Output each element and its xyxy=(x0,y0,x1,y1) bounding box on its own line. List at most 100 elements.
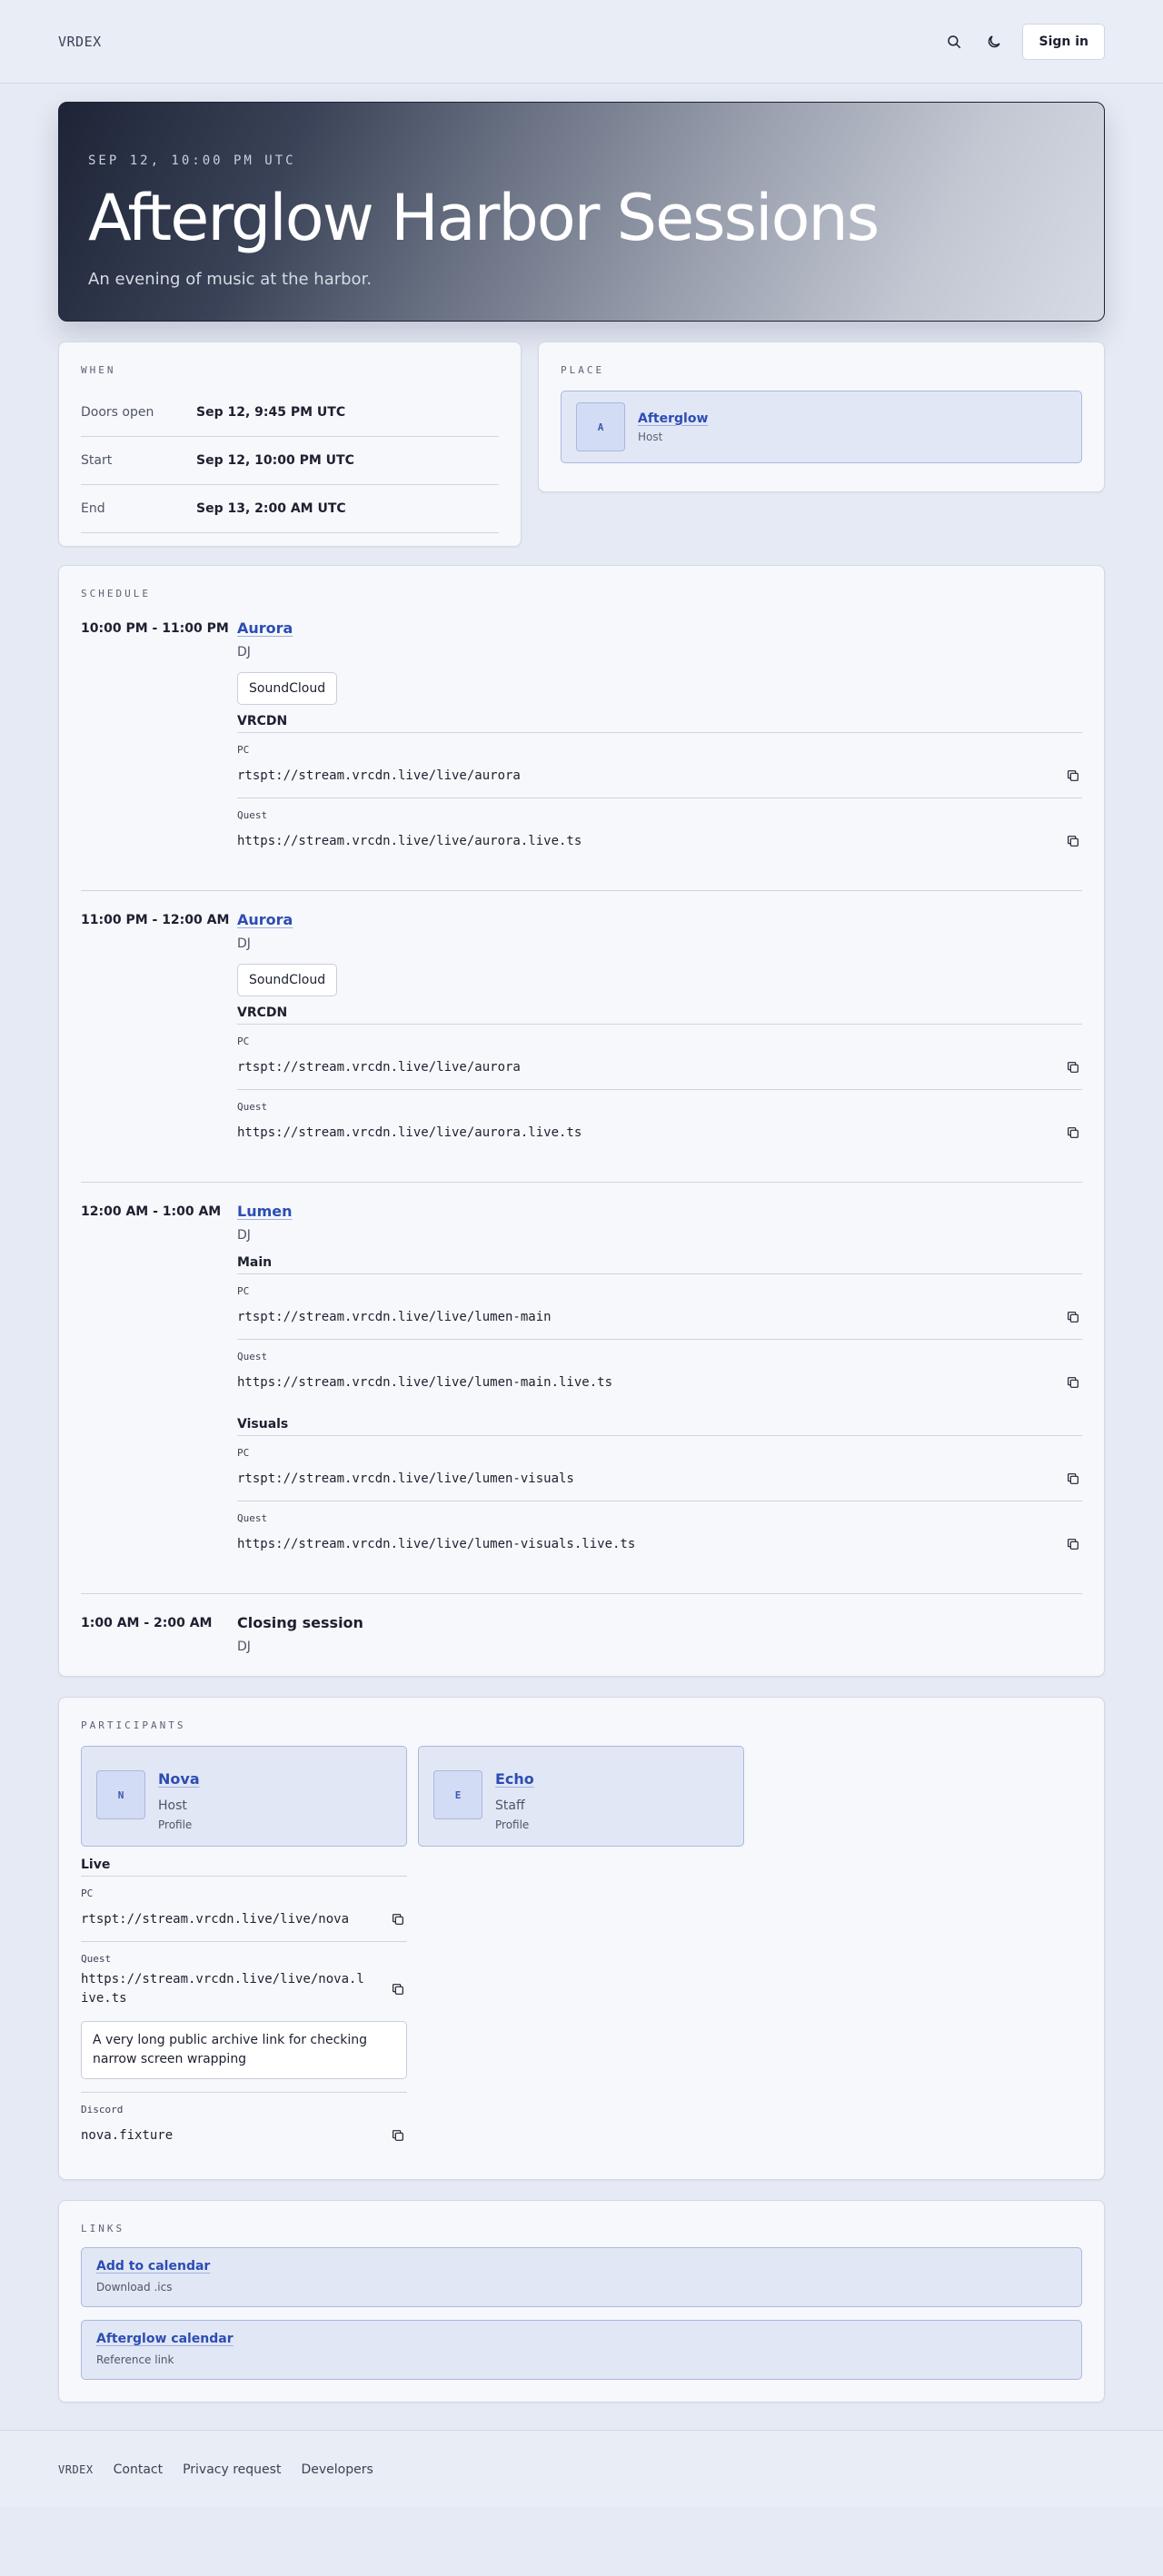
soundcloud-button[interactable]: SoundCloud xyxy=(237,964,338,996)
links-card: LINKS Add to calendar Download .ics Afte… xyxy=(58,2200,1105,2403)
stream-url[interactable]: https://stream.vrcdn.live/live/aurora.li… xyxy=(237,834,582,848)
stream-group: Main PC rtspt://stream.vrcdn.live/live/l… xyxy=(237,1255,1082,1404)
place-entity: A Afterglow Host xyxy=(561,391,1082,463)
stream-url[interactable]: https://stream.vrcdn.live/live/nova.live… xyxy=(81,1970,372,2008)
when-row-doors: Doors open Sep 12, 9:45 PM UTC xyxy=(81,389,499,437)
discord-handle[interactable]: nova.fixture xyxy=(81,2128,173,2143)
stream-url[interactable]: rtspt://stream.vrcdn.live/live/nova xyxy=(81,1912,349,1927)
stream-line: https://stream.vrcdn.live/live/lumen-vis… xyxy=(237,1535,1082,1553)
copy-icon[interactable] xyxy=(389,1980,407,1998)
moon-icon[interactable] xyxy=(982,30,1006,54)
stream-url[interactable]: rtspt://stream.vrcdn.live/live/lumen-vis… xyxy=(237,1471,574,1486)
participant-profile[interactable]: Profile xyxy=(158,1818,200,1831)
page-title: Afterglow Harbor Sessions xyxy=(88,181,880,255)
stream-url[interactable]: https://stream.vrcdn.live/live/lumen-mai… xyxy=(237,1375,612,1390)
schedule-slot: 11:00 PM - 12:00 AM Aurora DJ SoundCloud… xyxy=(81,891,1082,1183)
stream-url[interactable]: https://stream.vrcdn.live/live/aurora.li… xyxy=(237,1125,582,1140)
footer-link-contact[interactable]: Contact xyxy=(114,2462,163,2477)
copy-icon[interactable] xyxy=(1064,1470,1082,1488)
when-key: Start xyxy=(81,453,113,468)
stream-url[interactable]: rtspt://stream.vrcdn.live/live/lumen-mai… xyxy=(237,1310,552,1324)
stream-line: nova.fixture xyxy=(81,2126,407,2145)
schedule-label: SCHEDULE xyxy=(81,588,151,599)
stream-group-title: VRCDN xyxy=(237,714,1082,733)
stream-line: https://stream.vrcdn.live/live/aurora.li… xyxy=(237,832,1082,850)
stream-group: VRCDN PC rtspt://stream.vrcdn.live/live/… xyxy=(237,1006,1082,1154)
copy-icon[interactable] xyxy=(1064,1535,1082,1553)
place-label: PLACE xyxy=(561,364,605,376)
when-key: Doors open xyxy=(81,405,154,420)
slot-time: 1:00 AM - 2:00 AM xyxy=(81,1616,213,1630)
participant-card: N Nova Host Profile xyxy=(81,1746,407,1847)
footer-brand[interactable]: VRDEX xyxy=(58,2463,94,2476)
stream-label: Quest xyxy=(237,809,268,821)
stream-group-title: Main xyxy=(237,1255,1082,1274)
performer-link[interactable]: Aurora xyxy=(237,911,1082,928)
copy-icon[interactable] xyxy=(1064,1058,1082,1076)
stream-group: Visuals PC rtspt://stream.vrcdn.live/liv… xyxy=(237,1417,1082,1566)
live-streams: Live PC rtspt://stream.vrcdn.live/live/n… xyxy=(81,1858,407,2157)
stream-row-quest: Quest https://stream.vrcdn.live/live/lum… xyxy=(237,1501,1082,1566)
copy-icon[interactable] xyxy=(389,1910,407,1928)
link-title[interactable]: Afterglow calendar xyxy=(96,2332,1067,2346)
stream-label: PC xyxy=(81,1887,94,1899)
stream-line: https://stream.vrcdn.live/live/aurora.li… xyxy=(237,1124,1082,1142)
participants-label: PARTICIPANTS xyxy=(81,1719,186,1731)
copy-icon[interactable] xyxy=(1064,1373,1082,1392)
when-card: WHEN Doors open Sep 12, 9:45 PM UTC Star… xyxy=(58,342,522,547)
schedule-slot: 10:00 PM - 11:00 PM Aurora DJ SoundCloud… xyxy=(81,599,1082,891)
stream-row-quest: Quest https://stream.vrcdn.live/live/aur… xyxy=(237,798,1082,863)
copy-icon[interactable] xyxy=(1064,1124,1082,1142)
schedule-card: SCHEDULE 10:00 PM - 11:00 PM Aurora DJ S… xyxy=(58,565,1105,1677)
copy-icon[interactable] xyxy=(389,2126,407,2145)
afterglow-calendar-link[interactable]: Afterglow calendar Reference link xyxy=(81,2320,1082,2380)
performer-link[interactable]: Aurora xyxy=(237,619,1082,637)
participant-text: Nova Host Profile xyxy=(158,1770,200,1831)
hero-subtitle: An evening of music at the harbor. xyxy=(88,270,373,289)
stream-url[interactable]: rtspt://stream.vrcdn.live/live/aurora xyxy=(237,1060,521,1075)
archive-link[interactable]: A very long public archive link for chec… xyxy=(81,2021,407,2079)
add-to-calendar-link[interactable]: Add to calendar Download .ics xyxy=(81,2247,1082,2307)
link-title[interactable]: Add to calendar xyxy=(96,2259,1067,2274)
participant-text: Echo Staff Profile xyxy=(495,1770,534,1831)
copy-icon[interactable] xyxy=(1064,767,1082,785)
performer-link[interactable]: Lumen xyxy=(237,1203,1082,1220)
main-content: SEP 12, 10:00 PM UTC Afterglow Harbor Se… xyxy=(58,102,1105,2403)
participants-card: PARTICIPANTS N Nova Host Profile E Echo … xyxy=(58,1697,1105,2180)
when-table: Doors open Sep 12, 9:45 PM UTC Start Sep… xyxy=(81,389,499,533)
slot-time: 12:00 AM - 1:00 AM xyxy=(81,1204,222,1219)
slot-body: Aurora DJ SoundCloud VRCDN PC rtspt://st… xyxy=(237,619,1082,863)
slot-body: Lumen DJ Main PC rtspt://stream.vrcdn.li… xyxy=(237,1203,1082,1566)
sign-in-button[interactable]: Sign in xyxy=(1022,24,1105,60)
stream-row-pc: PC rtspt://stream.vrcdn.live/live/nova xyxy=(81,1877,407,1942)
footer-link-developers[interactable]: Developers xyxy=(301,2462,373,2477)
brand-logo[interactable]: VRDEX xyxy=(58,34,102,50)
stream-group-title: VRCDN xyxy=(237,1006,1082,1025)
footer-link-privacy[interactable]: Privacy request xyxy=(183,2462,281,2477)
search-icon[interactable] xyxy=(942,30,966,54)
copy-icon[interactable] xyxy=(1064,1308,1082,1326)
soundcloud-button[interactable]: SoundCloud xyxy=(237,672,338,705)
participant-name-link[interactable]: Nova xyxy=(158,1770,200,1788)
stream-line: https://stream.vrcdn.live/live/lumen-mai… xyxy=(237,1373,1082,1392)
place-entity-text: Afterglow Host xyxy=(638,411,708,443)
participant-name-link[interactable]: Echo xyxy=(495,1770,534,1788)
stream-label: PC xyxy=(237,1285,250,1297)
stream-url[interactable]: https://stream.vrcdn.live/live/lumen-vis… xyxy=(237,1537,635,1551)
avatar: E xyxy=(433,1770,482,1819)
stream-row-pc: PC rtspt://stream.vrcdn.live/live/aurora xyxy=(237,733,1082,798)
when-row-end: End Sep 13, 2:00 AM UTC xyxy=(81,485,499,533)
slot-body: Closing session DJ xyxy=(237,1614,1082,1654)
avatar: N xyxy=(96,1770,145,1819)
stream-label: Quest xyxy=(81,1953,112,1965)
place-name-link[interactable]: Afterglow xyxy=(638,411,708,426)
copy-icon[interactable] xyxy=(1064,832,1082,850)
stream-label: PC xyxy=(237,744,250,756)
top-actions: Sign in xyxy=(942,24,1105,60)
stream-row-quest: Quest https://stream.vrcdn.live/live/aur… xyxy=(237,1090,1082,1154)
when-place-row: WHEN Doors open Sep 12, 9:45 PM UTC Star… xyxy=(58,342,1105,547)
stream-url[interactable]: rtspt://stream.vrcdn.live/live/aurora xyxy=(237,768,521,783)
link-subtitle: Download .ics xyxy=(96,2281,173,2294)
participant-profile[interactable]: Profile xyxy=(495,1818,534,1831)
stream-line: rtspt://stream.vrcdn.live/live/lumen-vis… xyxy=(237,1470,1082,1488)
